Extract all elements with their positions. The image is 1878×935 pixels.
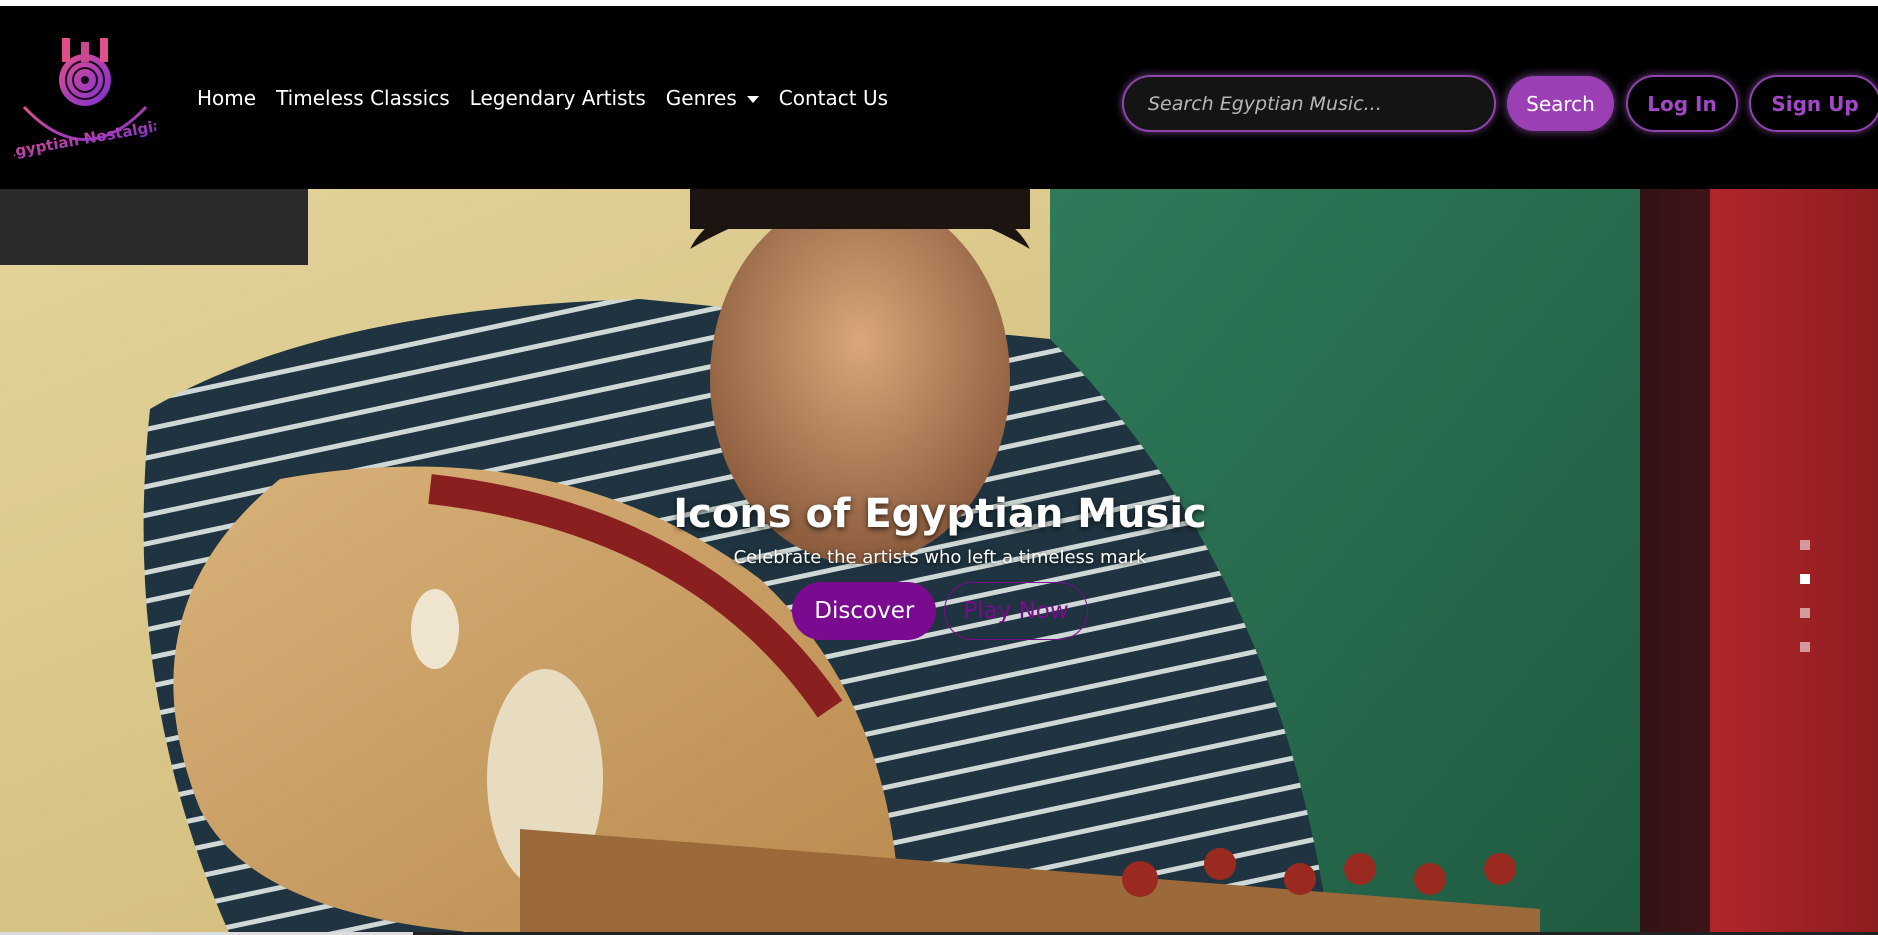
hero-title: Icons of Egyptian Music	[673, 491, 1207, 537]
vinyl-logo-icon: Egyptian Nostalgia	[4, 38, 165, 162]
carousel-indicator[interactable]	[1800, 642, 1810, 652]
nav-genres-label: Genres	[665, 86, 737, 110]
chevron-down-icon	[746, 96, 759, 103]
brand-logo[interactable]: Egyptian Nostalgia	[4, 32, 165, 172]
carousel-indicator[interactable]	[1800, 574, 1810, 584]
hero-subtitle: Celebrate the artists who left a timeles…	[733, 547, 1147, 568]
nav-legendary-artists[interactable]: Legendary Artists	[470, 86, 646, 110]
nav-contact-us[interactable]: Contact Us	[779, 86, 888, 110]
nav-genres-dropdown[interactable]: Genres	[666, 86, 759, 110]
nav-timeless-classics[interactable]: Timeless Classics	[276, 86, 450, 110]
nav-home[interactable]: Home	[197, 86, 256, 110]
carousel-indicators	[1800, 540, 1810, 652]
hero-caption: Icons of Egyptian Music Celebrate the ar…	[640, 491, 1240, 640]
brand-wordmark: Egyptian Nostalgia	[14, 116, 156, 162]
hero-buttons: Discover Play Now	[640, 582, 1240, 640]
main-nav: Home Timeless Classics Legendary Artists…	[197, 86, 888, 110]
search-button[interactable]: Search	[1507, 76, 1614, 131]
signup-button[interactable]: Sign Up	[1749, 75, 1878, 132]
discover-button[interactable]: Discover	[792, 582, 937, 640]
login-button[interactable]: Log In	[1626, 75, 1738, 132]
carousel-indicator[interactable]	[1800, 608, 1810, 618]
search-input[interactable]	[1122, 75, 1496, 132]
hero-carousel: Icons of Egyptian Music Celebrate the ar…	[0, 189, 1878, 935]
carousel-indicator[interactable]	[1800, 540, 1810, 550]
navbar: Egyptian Nostalgia Home Timeless Classic…	[0, 6, 1878, 189]
play-now-button[interactable]: Play Now	[944, 582, 1088, 640]
